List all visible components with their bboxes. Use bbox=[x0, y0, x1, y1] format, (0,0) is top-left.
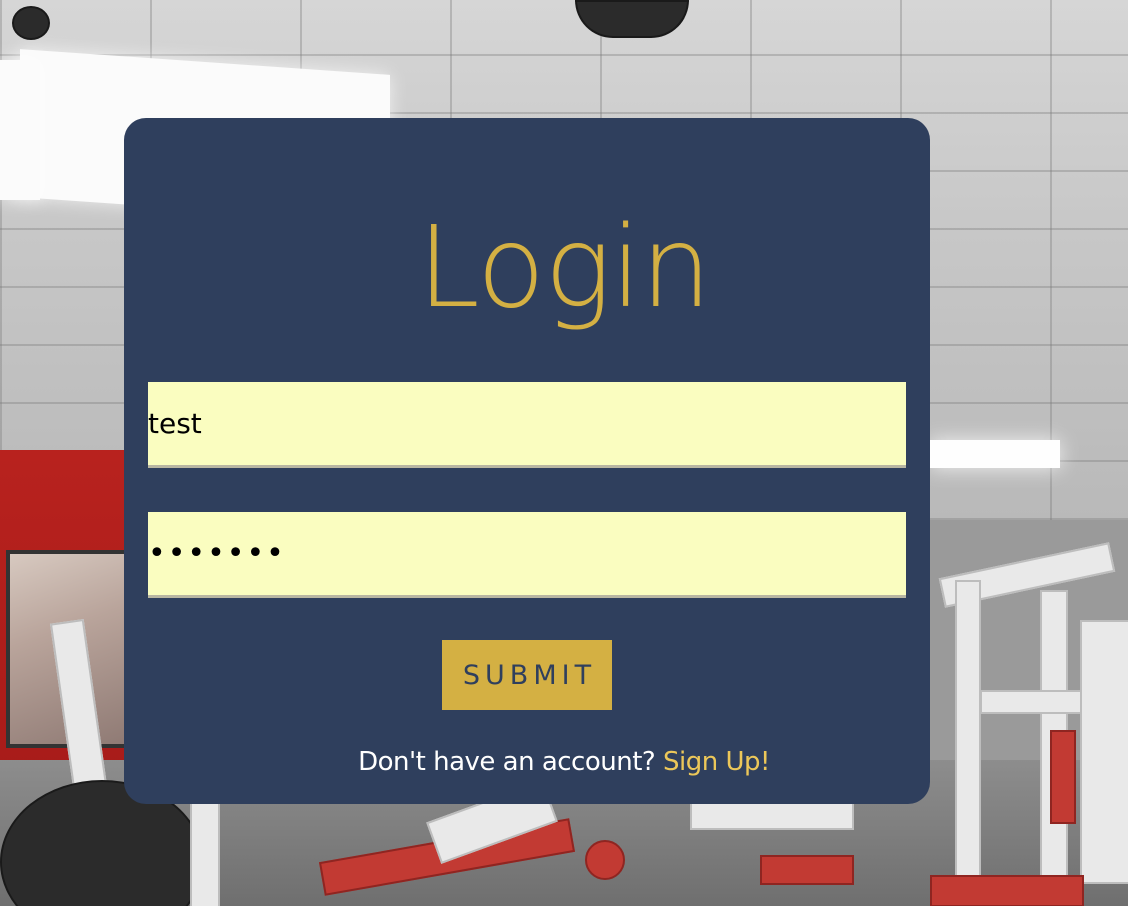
signup-prompt-text: Don't have an account? bbox=[358, 747, 656, 777]
signup-prompt-line: Don't have an account? Sign Up! bbox=[0, 742, 1128, 782]
ceiling-sprinkler bbox=[12, 6, 50, 40]
signup-link[interactable]: Sign Up! bbox=[663, 747, 770, 777]
equipment-red-seat bbox=[760, 855, 854, 885]
username-input[interactable] bbox=[148, 382, 906, 468]
submit-button[interactable]: SUBMIT bbox=[442, 640, 612, 710]
password-input[interactable] bbox=[148, 512, 906, 598]
login-title: Login bbox=[417, 203, 711, 333]
equipment-bar bbox=[690, 800, 854, 830]
ceiling-light-edge bbox=[0, 60, 40, 200]
ceiling-light-right bbox=[930, 440, 1060, 468]
equipment-red-bench bbox=[930, 875, 1084, 906]
equipment-red-knob bbox=[585, 840, 625, 880]
equipment-post bbox=[955, 580, 981, 884]
equipment-post bbox=[190, 800, 220, 906]
